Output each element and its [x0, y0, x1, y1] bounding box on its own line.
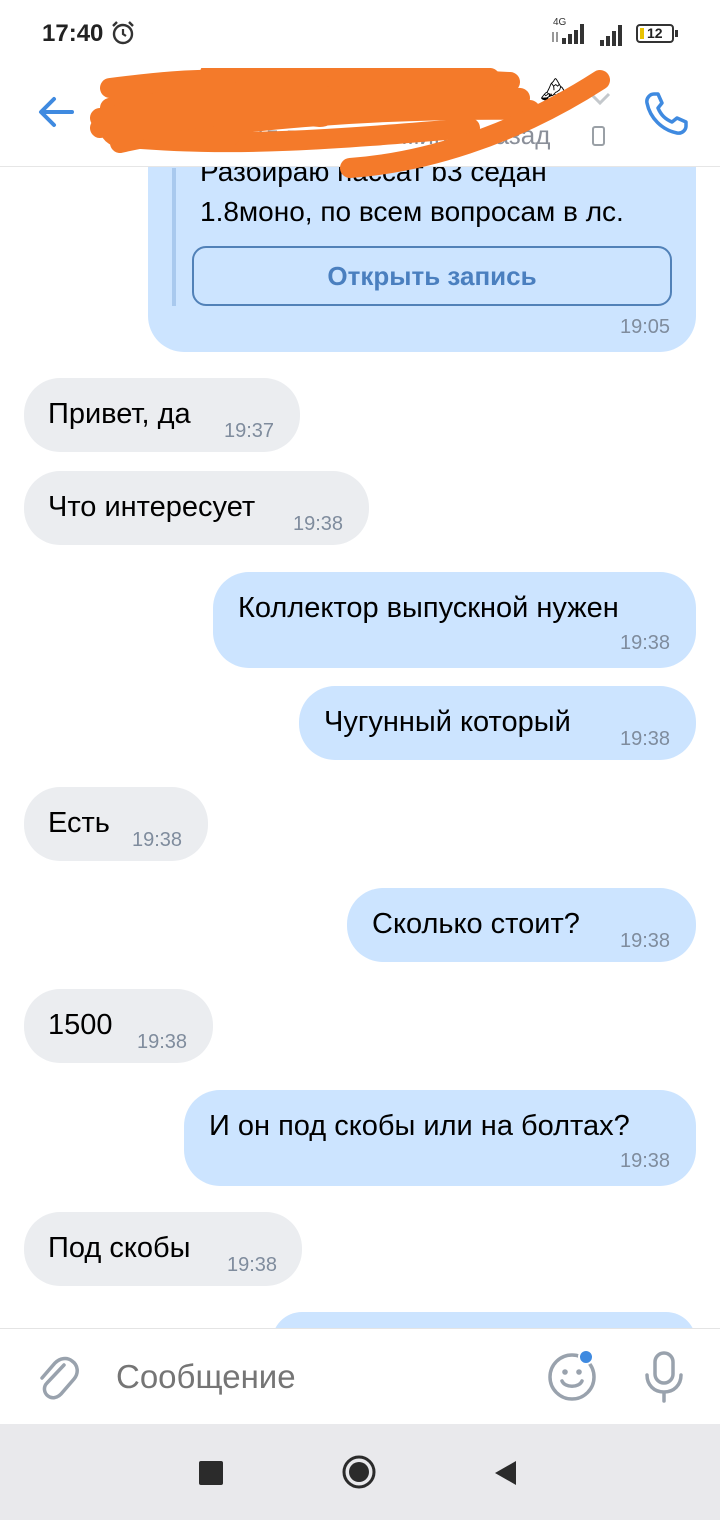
message-text: Есть	[48, 807, 110, 839]
message-text: Под скобы	[48, 1232, 191, 1264]
open-post-button[interactable]: Открыть запись	[192, 246, 672, 306]
recents-icon[interactable]	[199, 1461, 223, 1485]
paperclip-icon[interactable]	[34, 1351, 80, 1403]
outgoing-message-bubble[interactable]: Коллектор выпускной нужен 19:38	[213, 572, 696, 668]
notification-dot	[578, 1349, 594, 1365]
message-time: 19:38	[620, 930, 671, 952]
home-icon[interactable]	[341, 1454, 377, 1490]
incoming-message-bubble[interactable]: Привет, да 19:37	[24, 378, 300, 452]
battery-level: 12	[647, 25, 663, 41]
incoming-message-bubble[interactable]: Есть 19:38	[24, 787, 208, 861]
message-time: 19:38	[132, 829, 183, 851]
battery-tip	[675, 30, 678, 37]
post-time: 19:05	[620, 316, 671, 338]
message-time: 19:38	[620, 728, 671, 750]
outgoing-message-bubble[interactable]: И он под скобы или на болтах? 19:38	[184, 1090, 696, 1186]
incoming-message-bubble[interactable]: Что интересует 19:38	[24, 471, 369, 545]
redaction-scribble	[90, 68, 610, 178]
system-nav-bar	[0, 1424, 720, 1520]
battery-icon: 12	[636, 24, 674, 43]
incoming-message-bubble[interactable]: Под скобы 19:38	[24, 1212, 302, 1286]
signal-icon-2	[600, 25, 622, 46]
signal-icon	[552, 24, 584, 44]
back-triangle-icon[interactable]	[492, 1459, 518, 1487]
chat-header: был в сети 11 минут назад 🏔	[0, 68, 720, 178]
post-text-line-2: 1.8моно, по всем вопросам в лс.	[200, 196, 624, 227]
message-time: 19:38	[227, 1254, 278, 1276]
message-text: Сколько стоит?	[372, 908, 580, 940]
message-input[interactable]	[114, 1357, 518, 1397]
message-time: 19:38	[620, 1150, 671, 1172]
message-time: 19:38	[293, 513, 344, 535]
message-time: 19:38	[137, 1031, 188, 1053]
status-time: 17:40	[42, 20, 104, 47]
message-text: Чугунный который	[324, 706, 571, 738]
outgoing-message-bubble[interactable]: Чугунный который 19:38	[299, 686, 696, 760]
message-text: Привет, да	[48, 398, 191, 430]
microphone-icon[interactable]	[640, 1349, 688, 1405]
message-composer	[0, 1328, 720, 1425]
message-time: 19:38	[620, 632, 671, 654]
message-text: Что интересует	[48, 491, 256, 523]
message-text: И он под скобы или на болтах?	[209, 1110, 630, 1142]
incoming-message-bubble[interactable]: 1500 19:38	[24, 989, 213, 1063]
message-time: 19:37	[224, 420, 275, 442]
message-text: Коллектор выпускной нужен	[238, 592, 619, 624]
arrow-left-icon[interactable]	[32, 88, 80, 136]
alarm-icon	[112, 21, 134, 45]
outgoing-message-bubble[interactable]: Сколько стоит? 19:38	[347, 888, 696, 962]
message-text: 1500	[48, 1009, 113, 1041]
post-quote-bar	[172, 168, 176, 306]
phone-icon[interactable]	[640, 86, 694, 140]
status-bar: 17:40 4G 12	[0, 0, 720, 68]
